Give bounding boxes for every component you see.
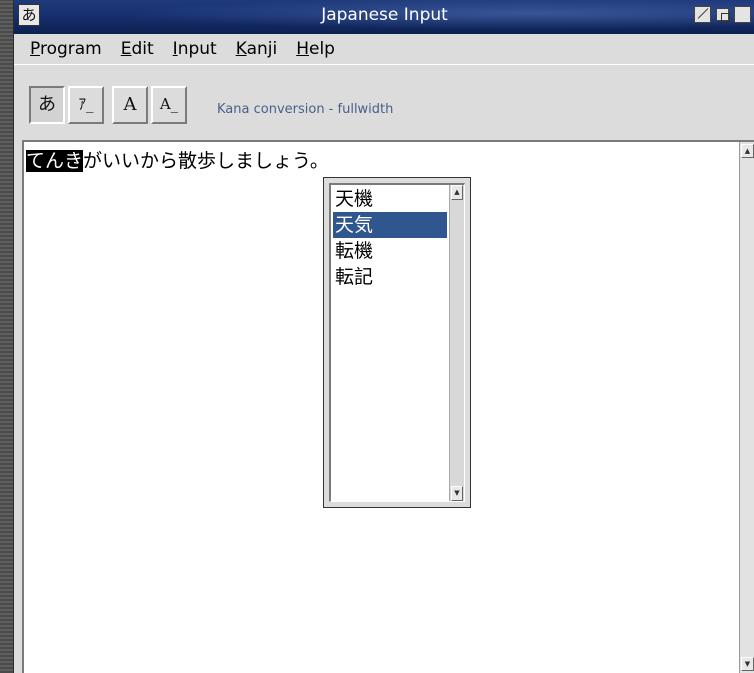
halfwidth-katakana-mode-button[interactable]: ｱ_	[68, 86, 104, 124]
editor-scrollbar[interactable]: ▲ ▼	[739, 142, 754, 673]
iconify-icon[interactable]	[716, 8, 730, 22]
menu-bar: Program Edit Input Kanji Help	[14, 34, 754, 64]
maximize-icon[interactable]	[734, 6, 751, 23]
menu-help[interactable]: Help	[296, 39, 335, 59]
text-edit-area[interactable]: てんきがいいから散歩しましょう。 天機 天気 転機 転記 ▲ ▼ ▲ ▼	[22, 140, 754, 673]
window-controls	[694, 6, 751, 23]
scroll-up-icon[interactable]: ▲	[451, 185, 463, 200]
scroll-down-icon[interactable]: ▼	[451, 486, 463, 501]
toolbar: あ ｱ_ A A_ Kana conversion - fullwidth	[14, 64, 754, 140]
candidate-list: 天機 天気 転機 転記	[333, 186, 447, 290]
menu-edit[interactable]: Edit	[121, 39, 154, 59]
scroll-down-icon[interactable]: ▼	[741, 657, 754, 671]
hiragana-mode-button[interactable]: あ	[29, 86, 65, 124]
desktop-edge	[0, 0, 13, 673]
menu-program[interactable]: Program	[30, 39, 102, 59]
title-bar[interactable]: あ Japanese Input	[14, 0, 754, 35]
conversion-candidates-popup: 天機 天気 転機 転記 ▲ ▼	[323, 177, 471, 508]
preedit-text: てんき	[26, 150, 84, 172]
conversion-mode-label: Kana conversion - fullwidth	[217, 102, 394, 117]
fullwidth-latin-mode-button[interactable]: A	[112, 86, 148, 124]
edit-line: てんきがいいから散歩しましょう。	[26, 146, 329, 173]
candidate-item-selected[interactable]: 天気	[333, 212, 447, 238]
candidate-scrollbar[interactable]: ▲ ▼	[449, 185, 464, 501]
japanese-input-window: あ Japanese Input Program Edit Input Kanj…	[13, 0, 754, 673]
candidate-item[interactable]: 転機	[333, 238, 447, 264]
scroll-up-icon[interactable]: ▲	[741, 144, 754, 158]
committed-text: がいいから散歩しましょう。	[83, 150, 329, 172]
halfwidth-latin-mode-button[interactable]: A_	[151, 86, 187, 124]
menu-kanji[interactable]: Kanji	[236, 39, 278, 59]
menu-input[interactable]: Input	[173, 39, 217, 59]
window-title: Japanese Input	[321, 5, 448, 25]
candidate-listbox[interactable]: 天機 天気 転機 転記 ▲ ▼	[329, 183, 465, 502]
candidate-item[interactable]: 天機	[333, 186, 447, 212]
shade-icon[interactable]	[694, 6, 711, 23]
candidate-item[interactable]: 転記	[333, 264, 447, 290]
